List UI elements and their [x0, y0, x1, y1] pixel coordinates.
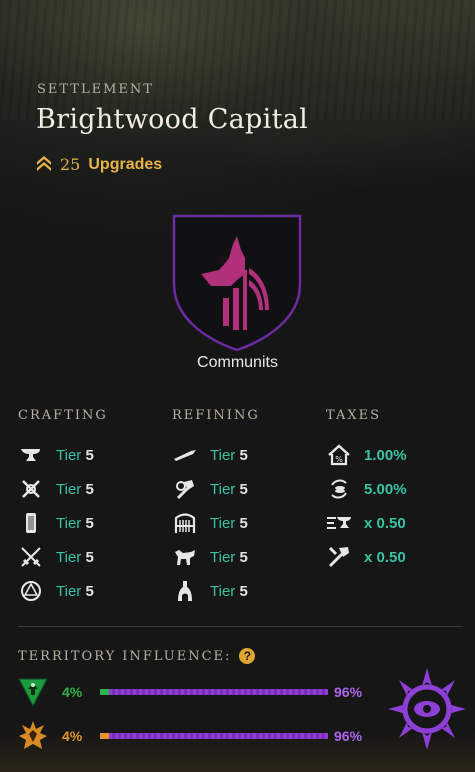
kiln-icon	[172, 579, 198, 603]
svg-text:%: %	[335, 455, 343, 464]
territory-influence-heading: TERRITORY INFLUENCE:	[18, 648, 232, 664]
tanning-rack-icon	[172, 545, 198, 569]
arcane-circle-icon	[18, 579, 44, 603]
loom-icon	[172, 511, 198, 535]
green-influence-percent: 4%	[62, 684, 83, 700]
orange-influence-percent: 4%	[62, 728, 83, 744]
section-divider	[18, 626, 463, 627]
tax-value: 1.00%	[364, 446, 407, 464]
taxes-heading: TAXES	[326, 408, 381, 423]
refining-heading: REFINING	[172, 408, 260, 423]
crafting-row-arcana: Tier 5	[18, 579, 94, 603]
crafting-row-weaponsmithing: Tier 5	[18, 545, 94, 569]
crossed-tools-icon	[18, 477, 44, 501]
tax-value: x 0.50	[364, 548, 406, 566]
refining-row-smelter: Tier 5	[172, 443, 248, 467]
scroll-icon	[18, 511, 44, 535]
refining-row-loom: Tier 5	[172, 511, 248, 535]
anvil-icon	[18, 443, 44, 467]
crossed-swords-icon	[18, 545, 44, 569]
purple-influence-fill	[109, 689, 328, 695]
coin-cycle-icon	[326, 477, 352, 501]
purple-faction-emblem-icon	[386, 666, 468, 752]
tax-row-refining-fee: x 0.50	[326, 545, 406, 569]
refining-row-stonecutting: Tier 5	[172, 579, 248, 603]
crafting-row-armoring: Tier 5	[18, 443, 94, 467]
upgrades-count: 25 Upgrades	[36, 153, 162, 176]
settlement-label: SETTLEMENT	[37, 82, 154, 97]
anvil-fee-icon	[326, 511, 352, 535]
crafting-row-outfitting: Tier 5	[18, 511, 94, 535]
orange-faction-icon	[16, 719, 50, 753]
purple-influence-percent: 96%	[334, 684, 363, 700]
refining-row-tannery: Tier 5	[172, 545, 248, 569]
crafting-heading: CRAFTING	[18, 408, 108, 423]
orange-influence-fill	[100, 733, 110, 739]
purple-influence-percent: 96%	[334, 728, 363, 744]
help-icon[interactable]: ?	[239, 648, 256, 664]
blade-icon	[172, 443, 198, 467]
influence-bar	[100, 689, 328, 695]
influence-row-green: 4% 96%	[16, 675, 362, 709]
green-influence-fill	[100, 689, 110, 695]
refining-row-woodshop: Tier 5	[172, 477, 248, 501]
chevron-up-rank-icon	[36, 153, 52, 176]
influence-bar	[100, 733, 328, 739]
tax-row-crafting-fee: x 0.50	[326, 511, 406, 535]
crafting-row-engineering: Tier 5	[18, 477, 94, 501]
tax-value: x 0.50	[364, 514, 406, 532]
tax-row-trading: 5.00%	[326, 477, 407, 501]
tax-row-property: % 1.00%	[326, 443, 407, 467]
hammer-icon	[172, 477, 198, 501]
company-name[interactable]: Communits	[0, 354, 475, 372]
territory-influence-header: TERRITORY INFLUENCE: ?	[18, 648, 256, 664]
tax-value: 5.00%	[364, 480, 407, 498]
house-tax-icon: %	[326, 443, 352, 467]
influence-row-orange: 4% 96%	[16, 719, 362, 753]
upgrades-label: Upgrades	[88, 155, 163, 173]
tools-fee-icon	[326, 545, 352, 569]
company-crest[interactable]	[171, 214, 303, 352]
green-faction-icon	[16, 675, 50, 709]
purple-influence-fill	[109, 733, 328, 739]
settlement-title: Brightwood Capital	[36, 104, 309, 135]
upgrades-number: 25	[60, 155, 81, 174]
